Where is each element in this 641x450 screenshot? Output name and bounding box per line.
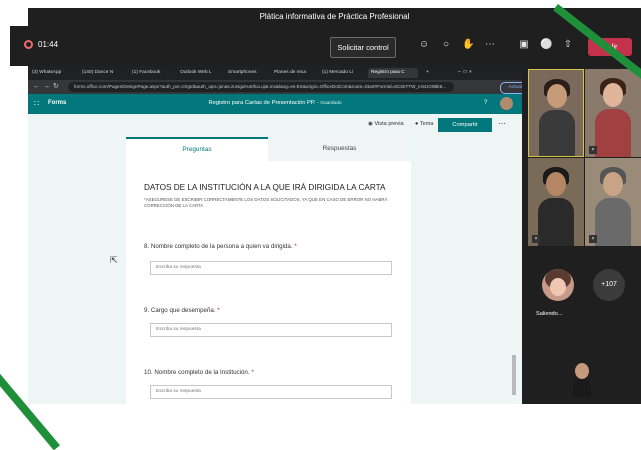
participant-video[interactable] bbox=[528, 69, 584, 157]
pointer-cursor-icon: ⇱ bbox=[110, 255, 118, 265]
mic-off-icon: × bbox=[589, 235, 597, 243]
mic-off-icon: × bbox=[532, 235, 540, 243]
avatar[interactable] bbox=[542, 269, 574, 301]
question-label: 8. Nombre completo de la persona a quien… bbox=[144, 243, 297, 250]
theme-label: Tema bbox=[419, 121, 434, 127]
participant-body bbox=[538, 198, 574, 246]
forms-header: ∷ Forms Registro para Cartas de Presenta… bbox=[28, 94, 522, 114]
participant-name: Saliendo... bbox=[536, 311, 563, 317]
self-video[interactable] bbox=[569, 361, 595, 399]
scrollbar[interactable] bbox=[512, 355, 516, 395]
participants-icon[interactable]: ☺ bbox=[418, 39, 430, 51]
answer-input[interactable]: Escriba su respuesta bbox=[150, 261, 392, 275]
help-icon[interactable]: ? bbox=[484, 100, 487, 106]
required-marker: * bbox=[251, 369, 254, 376]
browser-tab-active[interactable]: Registro para C bbox=[368, 68, 418, 78]
participant-face bbox=[603, 83, 623, 107]
required-marker: * bbox=[217, 307, 220, 314]
share-button[interactable]: Compartir bbox=[438, 118, 492, 132]
participant-video[interactable]: × bbox=[528, 158, 584, 246]
browser-tab[interactable]: Smartphones bbox=[228, 68, 270, 78]
browser-tab-strip: (3) WhatsApp (140) Dance N (1) Facebook … bbox=[28, 66, 522, 80]
reactions-icon[interactable]: ✋ bbox=[462, 39, 474, 51]
browser-tab[interactable]: Outlook Web L bbox=[180, 68, 224, 78]
preview-label: Vista previa bbox=[374, 121, 404, 127]
window-controls[interactable]: − □ × bbox=[458, 68, 498, 78]
meeting-control-bar: 01:44 Solicitar control ☺ ○ ✋ ⋯ ▣ ⚪ ⇧ Sa… bbox=[10, 26, 641, 66]
forms-toolbar: ◉ Vista previa ● Tema Compartir ⋯ bbox=[28, 114, 522, 135]
answer-input[interactable]: Escriba su respuesta bbox=[150, 385, 392, 399]
answer-input[interactable]: Escriba su respuesta bbox=[150, 323, 392, 337]
question-label: 10. Nombre completo de la Institución. * bbox=[144, 369, 254, 376]
self-face bbox=[575, 363, 589, 379]
browser-tab[interactable]: (3) WhatsApp bbox=[32, 68, 76, 78]
forward-arrow-icon[interactable]: → bbox=[43, 82, 50, 92]
browser-tab[interactable]: Planes de reca bbox=[274, 68, 318, 78]
request-control-button[interactable]: Solicitar control bbox=[330, 37, 396, 58]
participant-body bbox=[539, 110, 575, 156]
tab-responses[interactable]: Respuestas bbox=[268, 137, 411, 161]
back-arrow-icon[interactable]: ← bbox=[33, 82, 40, 92]
participant-body bbox=[595, 198, 631, 246]
participant-face bbox=[603, 172, 623, 196]
browser-tab[interactable]: (1) Mercado Li bbox=[322, 68, 364, 78]
question-label: 9. Cargo que desempeña. * bbox=[144, 307, 220, 314]
reload-icon[interactable]: ↻ bbox=[53, 82, 59, 92]
browser-address-bar: ← → ↻ forms.office.com/Pages/DesignPage.… bbox=[28, 80, 538, 94]
participant-video[interactable]: × bbox=[585, 69, 641, 157]
mic-off-icon: × bbox=[589, 146, 597, 154]
question-text: 10. Nombre completo de la Institución. bbox=[144, 369, 250, 376]
url-field[interactable]: forms.office.com/Pages/DesignPage.aspx?a… bbox=[68, 82, 454, 92]
avatar-face bbox=[550, 278, 566, 296]
question-text: 9. Cargo que desempeña. bbox=[144, 307, 216, 314]
participant-video[interactable]: × bbox=[585, 158, 641, 246]
form-doc-title-wrap: Registro para Cartas de Presentación PP.… bbox=[28, 100, 522, 106]
new-tab-icon[interactable]: + bbox=[426, 68, 436, 78]
browser-tab[interactable]: (1) Facebook bbox=[132, 68, 174, 78]
participant-face bbox=[546, 172, 566, 196]
mic-off-icon[interactable]: ⚪ bbox=[540, 39, 552, 51]
question-text: 8. Nombre completo de la persona a quien… bbox=[144, 243, 293, 250]
preview-button[interactable]: ◉ Vista previa bbox=[368, 121, 404, 127]
save-status: - Guardado bbox=[317, 101, 342, 106]
more-options-icon[interactable]: ⋯ bbox=[484, 39, 496, 51]
participant-face bbox=[547, 84, 567, 108]
recording-icon bbox=[24, 40, 33, 49]
form-card: Preguntas Respuestas DATOS DE LA INSTITU… bbox=[126, 137, 411, 404]
tab-questions[interactable]: Preguntas bbox=[126, 137, 268, 163]
avatar[interactable] bbox=[500, 97, 513, 110]
theme-button[interactable]: ● Tema bbox=[415, 121, 434, 127]
section-subtitle: *ASEGURESE DE ESCRIBIR CORRECTAMENTE LOS… bbox=[144, 197, 388, 208]
browser-tab[interactable]: (140) Dance N bbox=[82, 68, 126, 78]
meeting-title: Plática informativa de Práctica Profesio… bbox=[28, 8, 641, 26]
more-participants-badge[interactable]: +107 bbox=[593, 269, 625, 301]
participants-panel: × × × +107 Saliendo... bbox=[522, 66, 641, 404]
participant-body bbox=[595, 109, 631, 157]
more-options-icon[interactable]: ⋯ bbox=[498, 119, 506, 128]
share-screen-icon[interactable]: ⇧ bbox=[562, 39, 574, 51]
form-doc-title: Registro para Cartas de Presentación PP. bbox=[208, 100, 316, 106]
section-title: DATOS DE LA INSTITUCIÓN A LA QUE IRÁ DIR… bbox=[144, 183, 386, 192]
required-marker: * bbox=[294, 243, 297, 250]
form-canvas: Preguntas Respuestas DATOS DE LA INSTITU… bbox=[28, 135, 522, 404]
chat-icon[interactable]: ○ bbox=[440, 39, 452, 51]
meeting-timer: 01:44 bbox=[38, 40, 59, 49]
self-body bbox=[573, 379, 591, 397]
camera-off-icon[interactable]: ▣ bbox=[518, 39, 530, 51]
